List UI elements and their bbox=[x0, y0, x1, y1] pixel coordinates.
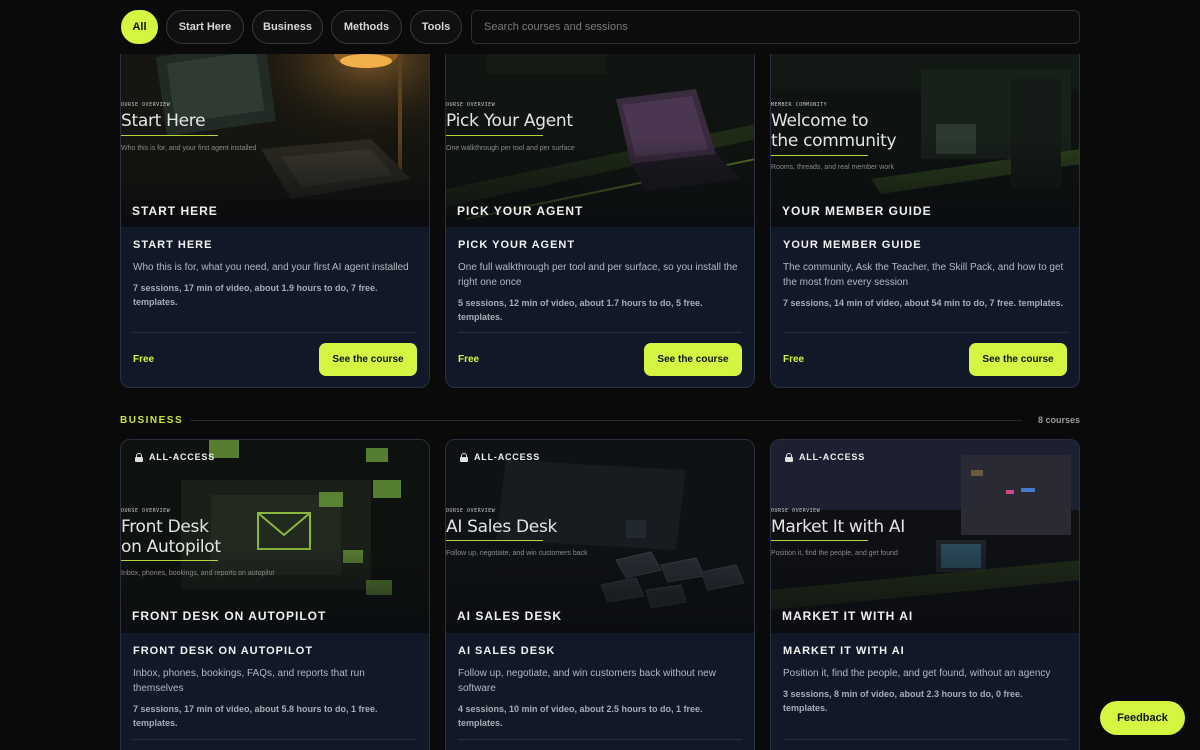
course-description: One full walkthrough per tool and per su… bbox=[458, 262, 738, 288]
course-title: FRONT DESK ON AUTOPILOT bbox=[133, 645, 314, 657]
card-divider bbox=[783, 739, 1067, 740]
cover-label: PICK YOUR AGENT bbox=[457, 204, 584, 218]
cover-label: FRONT DESK ON AUTOPILOT bbox=[132, 609, 327, 623]
price-label: Free bbox=[783, 354, 805, 365]
cover-label: AI SALES DESK bbox=[457, 609, 563, 623]
cover-eyebrow: OURSE OVERVIEW bbox=[121, 102, 171, 108]
course-card-market-it[interactable]: ALL-ACCESS OURSE OVERVIEW Market It with… bbox=[770, 439, 1080, 750]
course-card-front-desk[interactable]: ALL-ACCESS OURSE OVERVIEW Front Desk on … bbox=[120, 439, 430, 750]
tab-start-here[interactable]: Start Here bbox=[166, 10, 244, 44]
cover-subtitle: Who this is for, and your first agent in… bbox=[121, 145, 257, 152]
course-cover-image: OURSE OVERVIEW Pick Your Agent One walkt… bbox=[446, 29, 754, 227]
course-meta: 7 sessions, 17 min of video, about 1.9 h… bbox=[133, 283, 378, 307]
course-description: Follow up, negotiate, and win customers … bbox=[458, 668, 716, 694]
tab-business[interactable]: Business bbox=[252, 10, 323, 44]
card-divider bbox=[133, 739, 417, 740]
search-input[interactable]: Search courses and sessions bbox=[471, 10, 1080, 44]
lock-icon bbox=[460, 452, 468, 462]
cover-eyebrow: OURSE OVERVIEW bbox=[446, 508, 496, 514]
all-access-badge: ALL-ACCESS bbox=[785, 452, 865, 462]
course-card-start-here[interactable]: OURSE OVERVIEW Start Here Who this is fo… bbox=[120, 28, 430, 388]
course-title: YOUR MEMBER GUIDE bbox=[783, 239, 922, 251]
cover-title-line1: Front Desk bbox=[121, 517, 209, 537]
section-divider bbox=[190, 420, 1022, 421]
cover-title: Start Here bbox=[121, 111, 206, 131]
course-meta: 4 sessions, 10 min of video, about 2.5 h… bbox=[458, 704, 703, 728]
cover-underline bbox=[446, 540, 543, 541]
cover-title-line2: the community bbox=[771, 131, 897, 151]
see-course-button[interactable]: See the course bbox=[644, 343, 742, 376]
all-access-badge: ALL-ACCESS bbox=[460, 452, 540, 462]
course-card-member-guide[interactable]: MEMBER COMMUNITY Welcome to the communit… bbox=[770, 28, 1080, 388]
course-cover-image: OURSE OVERVIEW Start Here Who this is fo… bbox=[121, 29, 429, 227]
lock-icon bbox=[135, 452, 143, 462]
course-card-pick-your-agent[interactable]: OURSE OVERVIEW Pick Your Agent One walkt… bbox=[445, 28, 755, 388]
cover-underline bbox=[446, 135, 543, 136]
cover-title: Pick Your Agent bbox=[446, 111, 573, 131]
cover-eyebrow: OURSE OVERVIEW bbox=[121, 508, 171, 514]
tab-tools[interactable]: Tools bbox=[410, 10, 462, 44]
course-meta: 7 sessions, 14 min of video, about 54 mi… bbox=[783, 298, 1064, 308]
cover-eyebrow: MEMBER COMMUNITY bbox=[771, 102, 828, 108]
all-access-badge: ALL-ACCESS bbox=[135, 452, 215, 462]
price-label: Free bbox=[458, 354, 480, 365]
course-cover-image: ALL-ACCESS OURSE OVERVIEW Front Desk on … bbox=[121, 440, 429, 633]
cover-label: START HERE bbox=[132, 204, 218, 218]
cover-label: MARKET IT WITH AI bbox=[782, 609, 914, 623]
course-description: Inbox, phones, bookings, FAQs, and repor… bbox=[133, 668, 365, 694]
cover-subtitle: Inbox, phones, bookings, and reports on … bbox=[121, 570, 275, 577]
cover-underline bbox=[121, 560, 218, 561]
course-title: MARKET IT WITH AI bbox=[783, 645, 905, 657]
cover-underline bbox=[121, 135, 218, 136]
card-divider bbox=[783, 332, 1067, 333]
course-meta: 5 sessions, 12 min of video, about 1.7 h… bbox=[458, 298, 703, 322]
cover-eyebrow: OURSE OVERVIEW bbox=[771, 508, 821, 514]
card-divider bbox=[133, 332, 417, 333]
course-card-ai-sales-desk[interactable]: ALL-ACCESS OURSE OVERVIEW AI Sales Desk … bbox=[445, 439, 755, 750]
cover-label: YOUR MEMBER GUIDE bbox=[782, 204, 932, 218]
course-meta: 3 sessions, 8 min of video, about 2.3 ho… bbox=[783, 689, 1023, 713]
lock-icon bbox=[785, 452, 793, 462]
cover-title: Market It with AI bbox=[771, 517, 905, 537]
cover-subtitle: Rooms, threads, and real member work bbox=[771, 164, 894, 171]
course-description: The community, Ask the Teacher, the Skil… bbox=[783, 262, 1064, 288]
cover-title-line1: Welcome to bbox=[771, 111, 869, 131]
cover-subtitle: One walkthrough per tool and per surface bbox=[446, 145, 575, 152]
feedback-button[interactable]: Feedback bbox=[1100, 701, 1185, 735]
course-description: Who this is for, what you need, and your… bbox=[133, 262, 409, 273]
cover-subtitle: Follow up, negotiate, and win customers … bbox=[446, 550, 588, 557]
section-course-count: 8 courses bbox=[1037, 415, 1080, 425]
see-course-button[interactable]: See the course bbox=[319, 343, 417, 376]
course-description: Position it, find the people, and get fo… bbox=[783, 668, 1051, 679]
cover-title: AI Sales Desk bbox=[446, 517, 558, 537]
cover-subtitle: Position it, find the people, and get fo… bbox=[771, 550, 898, 557]
course-cover-image: ALL-ACCESS OURSE OVERVIEW Market It with… bbox=[771, 440, 1079, 633]
tab-methods[interactable]: Methods bbox=[331, 10, 402, 44]
course-meta: 7 sessions, 17 min of video, about 5.8 h… bbox=[133, 704, 378, 728]
card-divider bbox=[458, 332, 742, 333]
filter-bar: All Start Here Business Methods Tools Se… bbox=[0, 0, 1200, 54]
cover-eyebrow: OURSE OVERVIEW bbox=[446, 102, 496, 108]
tab-all[interactable]: All bbox=[121, 10, 158, 44]
course-title: START HERE bbox=[133, 239, 213, 251]
cover-underline bbox=[771, 155, 868, 156]
course-cover-image: ALL-ACCESS OURSE OVERVIEW AI Sales Desk … bbox=[446, 440, 754, 633]
cover-underline bbox=[771, 540, 868, 541]
cover-title-line2: on Autopilot bbox=[121, 537, 221, 557]
course-title: PICK YOUR AGENT bbox=[458, 239, 576, 251]
card-divider bbox=[458, 739, 742, 740]
see-course-button[interactable]: See the course bbox=[969, 343, 1067, 376]
course-title: AI SALES DESK bbox=[458, 645, 556, 657]
price-label: Free bbox=[133, 354, 155, 365]
course-cover-image: MEMBER COMMUNITY Welcome to the communit… bbox=[771, 29, 1079, 227]
section-title-business: BUSINESS bbox=[120, 415, 184, 426]
